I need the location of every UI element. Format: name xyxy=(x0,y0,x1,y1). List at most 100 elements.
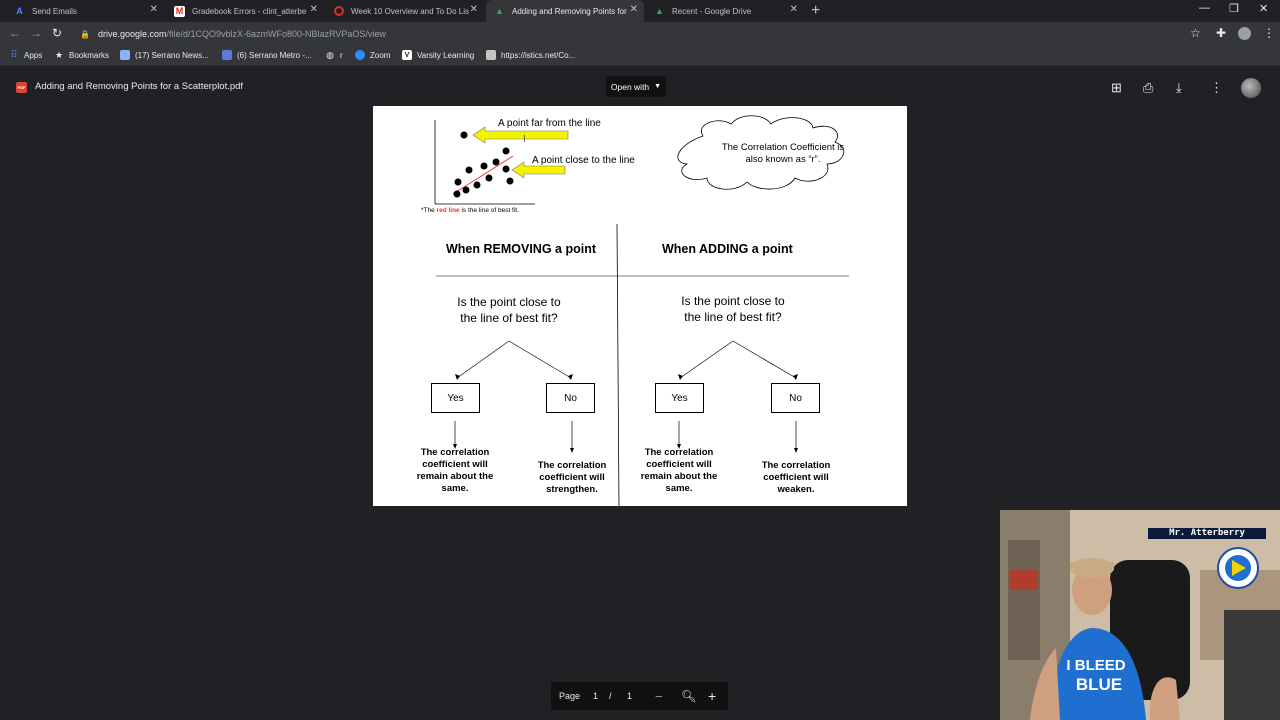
cloud-line-2: also known as “r”. xyxy=(745,154,821,165)
result-line: weaken. xyxy=(777,484,815,495)
open-with-label: Open with xyxy=(610,81,650,92)
download-icon[interactable]: ⤓ xyxy=(1176,80,1182,96)
more-options-icon[interactable]: ⋮ xyxy=(1210,80,1223,96)
globe-icon: ◍ xyxy=(326,49,334,60)
zoom-in-icon[interactable]: + xyxy=(708,688,716,704)
drive-icon: ▲ xyxy=(655,6,664,16)
result-line: remain about the xyxy=(640,471,718,482)
bookmark-label: Apps xyxy=(24,50,43,60)
removing-no-result: The correlation coefficient will strengt… xyxy=(522,460,622,496)
bookmark-zoom[interactable]: Zoom xyxy=(355,50,390,60)
open-with-button[interactable]: Open with ▼ xyxy=(606,76,666,97)
shirt-text-line-2: BLUE xyxy=(1076,675,1122,694)
lock-icon: 🔒 xyxy=(80,29,90,39)
adding-question: Is the point close to the line of best f… xyxy=(666,293,800,325)
bookmark-apps[interactable]: ⠿ Apps xyxy=(9,49,43,61)
apps-grid-icon: ⠿ xyxy=(10,49,18,61)
extensions-icon[interactable]: ✚ xyxy=(1216,26,1226,40)
streamer-name-tag: Mr. Atterberry xyxy=(1148,528,1266,539)
text-cursor-icon: I xyxy=(523,134,526,145)
print-icon[interactable]: ⎙ xyxy=(1143,80,1153,96)
gmail-icon: M xyxy=(174,5,185,17)
removing-yes-result: The correlation coefficient will remain … xyxy=(405,447,505,495)
bookmark-varsity-learning[interactable]: V Varsity Learning xyxy=(402,50,474,60)
close-icon[interactable]: ✕ xyxy=(310,4,318,15)
page-total: 1 xyxy=(627,691,633,701)
question-line-2: the line of best fit? xyxy=(460,311,558,325)
shirt-text-line-1: I BLEED xyxy=(1066,657,1125,674)
url-host: drive.google.com xyxy=(97,29,167,39)
loading-icon xyxy=(334,6,344,16)
zoom-out-icon[interactable]: − xyxy=(655,689,663,704)
minimize-icon[interactable]: — xyxy=(1199,2,1210,14)
pdf-icon: PDF xyxy=(16,82,27,93)
address-bar[interactable]: 🔒 drive.google.com/file/d/1CQO9vblzX-6az… xyxy=(72,25,1210,43)
bookmark-label: Bookmarks xyxy=(69,50,110,60)
result-line: same. xyxy=(441,483,469,494)
forward-icon[interactable]: → xyxy=(30,26,42,40)
close-icon[interactable]: ✕ xyxy=(150,4,158,15)
tab-recent-google-drive[interactable]: ▲ Recent - Google Drive ✕ xyxy=(646,0,804,22)
profile-icon[interactable] xyxy=(1238,27,1251,40)
bookmark-label: (17) Serrano News... xyxy=(135,50,209,60)
removing-no-box: No xyxy=(546,383,595,413)
result-line: coefficient will xyxy=(422,459,488,470)
bookmark-r[interactable]: ◍ r xyxy=(325,50,343,60)
bookmark-label: (6) Serrano Metro -... xyxy=(237,50,312,60)
bookmark-serrano-metro[interactable]: (6) Serrano Metro -... xyxy=(222,50,312,60)
page-current[interactable]: 1 xyxy=(593,691,598,701)
tab-gradebook-errors[interactable]: M Gradebook Errors - clint_atterbe ✕ xyxy=(166,0,324,22)
tab-adding-removing-points[interactable]: ▲ Adding and Removing Points for ✕ xyxy=(486,0,644,22)
back-icon[interactable]: ← xyxy=(9,26,21,40)
bookmark-serrano-news[interactable]: (17) Serrano News... xyxy=(120,50,209,60)
close-icon[interactable]: ✕ xyxy=(470,4,478,15)
result-line: coefficient will xyxy=(539,472,605,483)
tab-strip: A Send Emails ✕ M Gradebook Errors - cli… xyxy=(0,0,1280,22)
question-line-1: Is the point close to xyxy=(681,294,785,308)
result-line: The correlation xyxy=(537,460,607,471)
adding-heading: When ADDING a point xyxy=(662,242,793,256)
page-icon xyxy=(120,50,130,60)
bookmark-istics[interactable]: https://istics.net/Co... xyxy=(486,50,575,60)
page-label: Page xyxy=(559,691,581,701)
bookmark-label: Varsity Learning xyxy=(417,50,475,60)
star-icon[interactable]: ☆ xyxy=(1190,26,1201,40)
page-separator: / xyxy=(609,691,612,701)
result-line: strengthen. xyxy=(546,484,598,495)
question-line-1: Is the point close to xyxy=(457,295,561,309)
result-line: The correlation xyxy=(761,460,831,471)
close-icon[interactable]: ✕ xyxy=(630,4,638,15)
varsity-icon: V xyxy=(402,50,412,60)
restore-icon[interactable]: ❐ xyxy=(1229,2,1239,15)
result-line: remain about the xyxy=(416,471,494,482)
new-tab-icon[interactable]: + xyxy=(811,2,820,20)
zoom-icon[interactable]: 🔍︎ xyxy=(681,689,696,703)
far-point-label: A point far from the line xyxy=(498,118,601,129)
close-icon[interactable]: ✕ xyxy=(790,4,798,15)
page-icon xyxy=(486,50,496,60)
bookmark-label: Zoom xyxy=(370,50,391,60)
add-comment-icon[interactable]: ⊞ xyxy=(1111,80,1122,96)
tab-week-10-overview[interactable]: Week 10 Overview and To Do Lis ✕ xyxy=(326,0,484,22)
result-line: The correlation xyxy=(420,447,490,458)
pdf-page: I A point far from the line A point clos… xyxy=(373,106,907,506)
reload-icon[interactable]: ↻ xyxy=(52,26,62,40)
result-line: same. xyxy=(665,483,693,494)
tab-label: Adding and Removing Points for xyxy=(512,6,627,16)
tab-send-emails[interactable]: A Send Emails ✕ xyxy=(6,0,164,22)
bookmark-label: https://istics.net/Co... xyxy=(501,50,576,60)
bookmark-bookmarks[interactable]: ★ Bookmarks xyxy=(54,50,109,60)
browser-toolbar: ← → ↻ 🔒 drive.google.com/file/d/1CQO9vbl… xyxy=(0,22,1280,46)
footnote-post: is the line of best fit. xyxy=(459,207,519,214)
menu-icon[interactable]: ⋮ xyxy=(1263,26,1275,40)
result-line: coefficient will xyxy=(763,472,829,483)
cloud-line-1: The Correlation Coefficient is xyxy=(721,142,845,153)
avatar[interactable] xyxy=(1241,78,1261,98)
page-icon xyxy=(222,50,232,60)
footnote-pre: *The xyxy=(421,207,437,214)
close-window-icon[interactable]: ✕ xyxy=(1259,2,1268,15)
arrowheads xyxy=(453,374,798,453)
bookmark-label: r xyxy=(340,50,343,60)
url-path: /file/d/1CQO9vblzX-6azmWFo800-NBlazRVPaO… xyxy=(166,29,386,39)
removing-heading: When REMOVING a point xyxy=(446,242,596,256)
